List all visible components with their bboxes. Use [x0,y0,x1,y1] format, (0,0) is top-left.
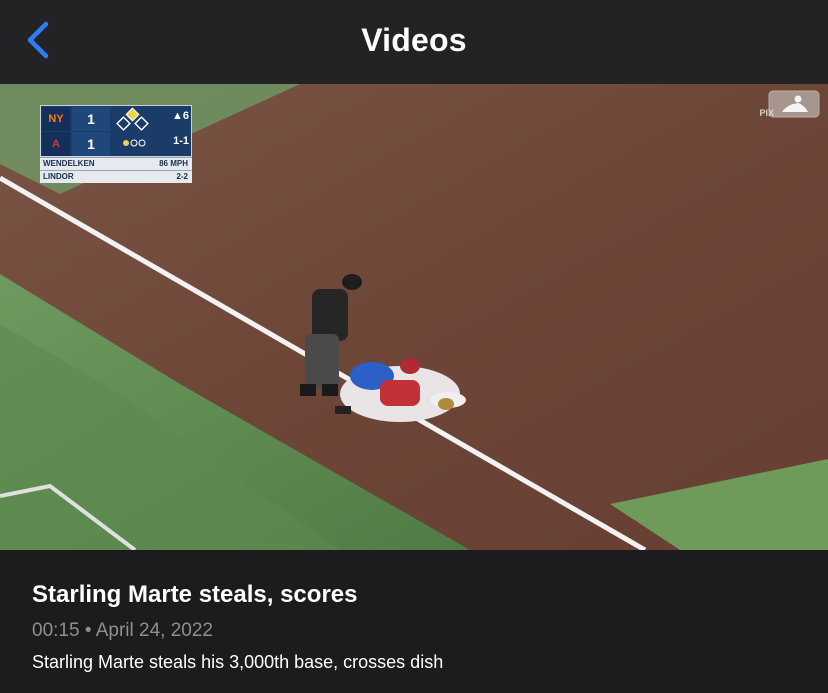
batter-name: LINDOR [43,172,74,181]
pitcher-name: WENDELKEN [43,159,95,168]
scorebug: NY A 1 1 ▲6 1-1 WENDELKEN 86 MPH LINDOR … [40,105,192,183]
home-team-logo: A [42,132,70,156]
home-score: 1 [72,132,110,156]
batter-stat: 2-2 [176,172,188,181]
video-date: April 24, 2022 [95,620,213,641]
pitch-speed: 86 MPH [159,159,188,168]
video-meta: 00:15 • April 24, 2022 [32,620,213,642]
page-title: Videos [361,22,467,58]
app-screen: Videos NY A 1 1 ▲6 1-1 WENDELKEN 86 MPH … [0,0,828,693]
batter-row: LINDOR 2-2 [40,170,192,183]
away-team-logo: NY [42,107,70,131]
pitch-count: 1-1 [173,135,189,147]
video-info-panel: Starling Marte steals, scores 00:15 • Ap… [0,550,828,693]
bases-icon [116,107,149,147]
video-title[interactable]: Starling Marte steals, scores [32,581,357,609]
away-score: 1 [72,107,110,131]
pitcher-row: WENDELKEN 86 MPH [40,157,192,170]
scorebug-panel: NY A 1 1 ▲6 1-1 [40,105,192,157]
video-description: Starling Marte steals his 3,000th base, … [32,652,444,672]
mlb-logo-icon [768,90,820,118]
video-player[interactable]: NY A 1 1 ▲6 1-1 WENDELKEN 86 MPH LINDOR … [0,84,828,550]
video-duration: 00:15 [32,620,80,641]
inning-indicator: ▲6 [171,110,189,122]
meta-separator: • [84,620,92,641]
navigation-bar: Videos [0,0,828,84]
